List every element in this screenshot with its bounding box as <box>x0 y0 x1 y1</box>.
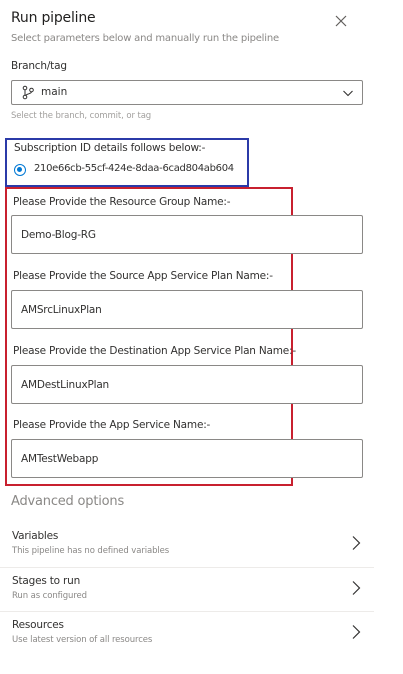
app-service-input[interactable] <box>11 439 363 478</box>
chevron-right-icon <box>352 536 361 550</box>
chevron-down-icon <box>343 90 353 97</box>
advanced-options-title: Advanced options <box>11 494 125 509</box>
subscription-label: Subscription ID details follows below:- <box>14 142 206 154</box>
resource-group-input[interactable] <box>11 215 363 254</box>
branch-value: main <box>41 86 68 98</box>
resource-group-label: Please Provide the Resource Group Name:- <box>13 196 231 208</box>
option-title: Stages to run <box>12 575 81 587</box>
source-plan-label: Please Provide the Source App Service Pl… <box>13 270 273 282</box>
panel-subtitle: Select parameters below and manually run… <box>11 33 279 44</box>
source-plan-input[interactable] <box>11 290 363 329</box>
chevron-right-icon <box>352 581 361 595</box>
option-resources[interactable]: Resources Use latest version of all reso… <box>0 611 374 655</box>
branch-dropdown[interactable]: main <box>11 80 363 105</box>
option-variables[interactable]: Variables This pipeline has no defined v… <box>0 522 374 566</box>
branch-hint: Select the branch, commit, or tag <box>11 111 152 121</box>
dest-plan-label: Please Provide the Destination App Servi… <box>13 345 296 357</box>
dest-plan-input[interactable] <box>11 365 363 404</box>
option-title: Variables <box>12 530 59 542</box>
option-title: Resources <box>12 619 64 631</box>
option-description: Use latest version of all resources <box>12 635 153 645</box>
subscription-id: 210e66cb-55cf-424e-8daa-6cad804ab604 <box>34 163 234 174</box>
radio-selected-icon[interactable] <box>14 164 26 176</box>
branch-label: Branch/tag <box>11 60 67 72</box>
close-icon <box>335 15 347 27</box>
option-description: This pipeline has no defined variables <box>12 546 170 556</box>
app-service-label: Please Provide the App Service Name:- <box>13 419 211 431</box>
chevron-right-icon <box>352 625 361 639</box>
run-pipeline-panel: Run pipeline Select parameters below and… <box>0 0 403 674</box>
option-stages[interactable]: Stages to run Run as configured <box>0 567 374 611</box>
git-branch-icon <box>22 85 34 100</box>
option-description: Run as configured <box>12 591 87 601</box>
close-button[interactable] <box>331 11 351 31</box>
panel-title: Run pipeline <box>11 10 96 26</box>
